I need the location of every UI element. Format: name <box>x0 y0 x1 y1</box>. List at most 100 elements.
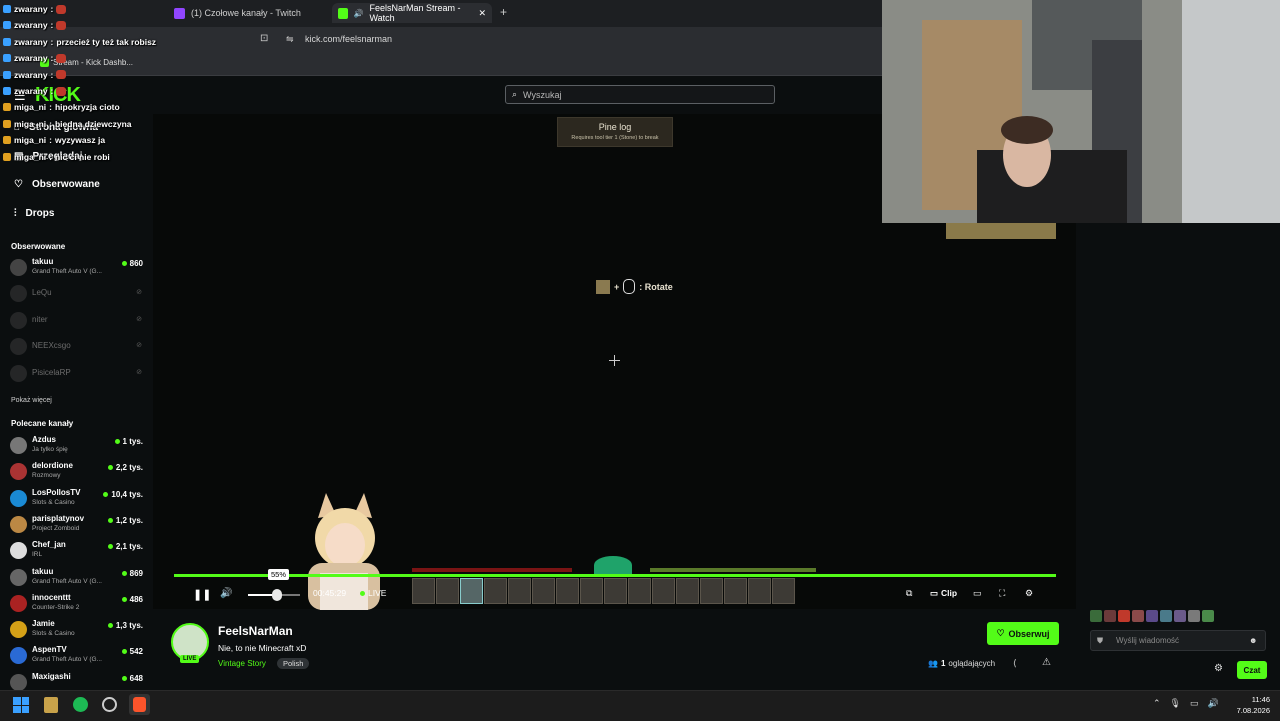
channel-avatar <box>10 338 27 356</box>
followed-channel[interactable]: niter ⊘ <box>10 309 145 333</box>
recommended-channel[interactable]: delordione Rozmowy 2,2 tys. <box>10 460 145 484</box>
mic-icon[interactable]: 🎙 <box>1170 698 1181 709</box>
channel-category: Slots & Casino <box>32 498 75 506</box>
viewer-count: 1,2 tys. <box>107 516 143 525</box>
settings-icon[interactable]: ⚙ <box>1025 588 1033 599</box>
recommended-channel[interactable]: LosPollosTV Slots & Casino 10,4 tys. <box>10 487 145 511</box>
emote-icon[interactable] <box>1174 610 1186 622</box>
live-indicator[interactable]: LIVE <box>360 588 386 598</box>
followed-channel[interactable]: PisicelaRP ⊘ <box>10 362 145 386</box>
viewer-count: 1 tys. <box>114 437 143 446</box>
viewers-value: 869 <box>129 568 143 578</box>
recommended-channel[interactable]: Chef_jan IRL 2,1 tys. <box>10 539 145 563</box>
emote-icon <box>56 70 67 80</box>
emote-icon[interactable] <box>1132 610 1144 622</box>
volume-icon[interactable]: 🔊 <box>1208 698 1219 709</box>
followed-channel[interactable]: takuu Grand Theft Auto V (G... 860 <box>10 256 145 280</box>
chat-settings-icon[interactable]: ⚙ <box>1214 663 1223 674</box>
search-input[interactable]: ⌕ Wyszukaj <box>505 85 775 104</box>
bookmark-icon[interactable]: ⊡ <box>260 33 268 44</box>
tab-kick[interactable]: 🔊 FeelsNarMan Stream - Watch ✕ <box>332 3 492 23</box>
viewer-count: 10,4 tys. <box>103 490 143 499</box>
live-dot <box>107 517 113 523</box>
followed-channel[interactable]: NEEXcsgo ⊘ <box>10 335 145 359</box>
spotify-icon[interactable] <box>73 697 88 712</box>
app-icon[interactable] <box>44 697 58 713</box>
channel-category: Grand Theft Auto V (G... <box>32 268 102 275</box>
chat-input[interactable]: Wyślij wiadomość <box>1090 630 1266 651</box>
emote-icon[interactable] <box>1146 610 1158 622</box>
emote-icon[interactable] <box>1202 610 1214 622</box>
emote-icon[interactable] <box>1104 610 1116 622</box>
offline-icon: ⊘ <box>136 289 142 297</box>
show-more-link[interactable]: Pokaż więcej <box>11 397 52 404</box>
windows-start-icon[interactable] <box>13 697 29 713</box>
recommended-channel[interactable]: Azdus Ja tylko śpię 1 tys. <box>10 434 145 458</box>
url-field[interactable]: kick.com/feelsnarman <box>305 34 392 44</box>
live-dot <box>107 465 113 471</box>
emote-icon[interactable] <box>1188 610 1200 622</box>
recommended-channel[interactable]: parisplatynov Project Zomboid 1,2 tys. <box>10 513 145 537</box>
live-dot <box>121 570 127 576</box>
overlay-text: wyzywasz ja <box>54 135 106 146</box>
recommended-channel[interactable]: takuu Grand Theft Auto V (G... 869 <box>10 566 145 590</box>
emote-icon[interactable] <box>1118 610 1130 622</box>
share-icon[interactable]: ⟨ <box>1013 658 1017 669</box>
overlay-text: nic ci nie robi <box>54 151 110 162</box>
channel-name: delordione <box>32 461 73 471</box>
tab-twitch[interactable]: (1) Czołowe kanały - Twitch <box>168 3 328 23</box>
recommended-channel[interactable]: innocenttt Counter-Strike 2 486 <box>10 592 145 616</box>
live-dot <box>121 675 127 681</box>
channel-avatar <box>10 364 27 382</box>
nav-following[interactable]: ♡ Obserwowane <box>14 179 100 190</box>
fullscreen-icon[interactable]: ⛶ <box>999 588 1005 599</box>
stream-progress-bar[interactable] <box>174 574 1056 577</box>
system-tray[interactable]: ⌃ 🎙 ▭ 🔊 <box>1153 698 1219 709</box>
overlay-separator: : <box>50 20 54 31</box>
follow-button[interactable]: ♡ Obserwuj <box>987 622 1059 645</box>
offline-icon: ⊘ <box>136 315 142 323</box>
recommended-channel[interactable]: Jamie Slots & Casino 1,3 tys. <box>10 618 145 642</box>
network-icon[interactable]: ▭ <box>1190 698 1199 709</box>
overlay-chat-message: miga_ni: wyzywasz ja <box>3 135 105 145</box>
platform-icon <box>3 119 11 128</box>
pip-icon[interactable]: ⧉ <box>906 588 912 599</box>
volume-icon[interactable]: 🔊 <box>220 588 232 599</box>
overlay-username: miga_ni <box>14 118 47 129</box>
report-icon[interactable]: ⚠ <box>1042 657 1051 668</box>
overlay-separator: : <box>49 102 52 113</box>
channel-category: Rozmowy <box>32 472 61 480</box>
emote-icon[interactable] <box>1090 610 1102 622</box>
chevron-up-icon[interactable]: ⌃ <box>1153 698 1161 709</box>
users-icon: 👥 <box>928 659 938 668</box>
theater-mode-icon[interactable]: ▭ <box>973 588 982 599</box>
viewers-value: 2,2 tys. <box>115 463 143 473</box>
language-tag[interactable]: Polish <box>277 658 310 669</box>
inventory-overlay <box>946 223 1056 239</box>
followed-channel[interactable]: LeQu ⊘ <box>10 282 145 306</box>
pause-button[interactable]: ❚❚ <box>193 588 211 601</box>
platform-icon <box>3 136 11 145</box>
stream-category[interactable]: Vintage Story <box>218 659 266 668</box>
platform-icon <box>3 21 11 30</box>
emoji-icon[interactable]: ☻ <box>1249 636 1257 645</box>
volume-knob[interactable] <box>271 589 282 601</box>
chat-send-button[interactable]: Czat <box>1237 661 1267 679</box>
new-tab-button[interactable]: + <box>500 5 507 19</box>
channel-avatar <box>10 437 27 454</box>
clip-button[interactable]: ▭ Clip <box>930 588 957 599</box>
site-info-icon[interactable]: ⇋ <box>286 34 294 45</box>
emote-icon <box>56 4 67 14</box>
emote-icon[interactable] <box>1160 610 1172 622</box>
app-icon[interactable] <box>102 697 117 712</box>
nav-drops[interactable]: ⫶ Drops <box>14 208 54 219</box>
followed-header: Obserwowane <box>11 242 66 251</box>
recommended-channel[interactable]: AspenTV Grand Theft Auto V (G... 542 <box>10 644 145 668</box>
hotbar-slot <box>772 578 795 604</box>
streamer-name[interactable]: FeelsNarMan <box>218 624 293 638</box>
time-display: 00:45:29 <box>313 588 347 598</box>
close-tab-icon[interactable]: ✕ <box>478 8 486 19</box>
clock[interactable]: 11:46 7.08.2026 <box>1226 694 1270 716</box>
browser-taskbar-item[interactable] <box>129 694 150 715</box>
viewers-value: 648 <box>129 673 143 683</box>
